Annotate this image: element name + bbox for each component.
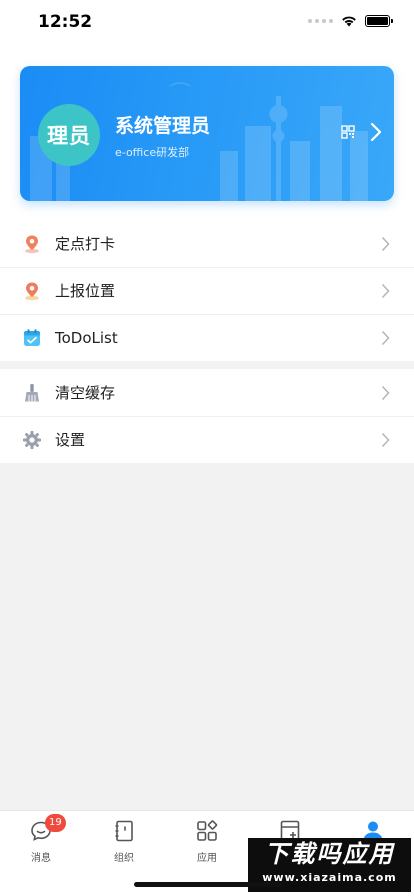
profile-card[interactable]: 理员 系统管理员 e-office研发部 <box>20 66 394 201</box>
chevron-right-icon <box>381 236 390 251</box>
location-pin-icon <box>25 235 39 253</box>
user-name: 系统管理员 <box>115 115 211 137</box>
chevron-right-icon <box>381 385 390 400</box>
menu-item-report-location[interactable]: 上报位置 <box>0 267 414 314</box>
tab-label: 组织 <box>114 853 134 864</box>
menu-item-clear-cache[interactable]: 清空缓存 <box>0 369 414 416</box>
unread-badge: 19 <box>45 814 66 832</box>
status-bar: 12:52 <box>0 0 414 50</box>
tab-organization[interactable]: 组织 <box>83 819 165 869</box>
tab-apps[interactable]: 应用 <box>166 819 248 869</box>
signal-icon <box>308 19 333 23</box>
menu-item-checkin[interactable]: 定点打卡 <box>0 220 414 267</box>
battery-icon <box>365 15 393 27</box>
menu-group-system: 清空缓存 设置 <box>0 369 414 463</box>
notebook-icon <box>115 820 133 842</box>
avatar[interactable]: 理员 <box>38 104 100 166</box>
menu-label: 上报位置 <box>55 282 116 300</box>
menu-label: 设置 <box>55 431 86 449</box>
tab-label: 应用 <box>197 853 217 864</box>
watermark-title: 下载吗应用 <box>264 840 395 868</box>
tab-messages[interactable]: 19 消息 <box>0 814 82 869</box>
status-time: 12:52 <box>38 12 93 32</box>
apps-grid-icon <box>197 820 218 841</box>
menu-label: 定点打卡 <box>55 235 116 253</box>
location-report-icon <box>25 282 39 300</box>
broom-icon <box>25 383 39 401</box>
wifi-icon <box>342 16 356 27</box>
gear-icon <box>23 430 41 449</box>
chevron-right-icon[interactable] <box>369 121 383 143</box>
menu-group-features: 定点打卡 上报位置 ToDoList <box>0 220 414 361</box>
qr-code-icon[interactable] <box>341 125 355 139</box>
calendar-todo-icon <box>24 328 40 346</box>
menu-item-todolist[interactable]: ToDoList <box>0 314 414 361</box>
chevron-right-icon <box>381 432 390 447</box>
tab-label: 消息 <box>31 853 51 864</box>
menu-label: ToDoList <box>55 328 118 347</box>
menu-label: 清空缓存 <box>55 384 116 402</box>
home-indicator[interactable] <box>134 882 282 887</box>
menu-item-settings[interactable]: 设置 <box>0 416 414 463</box>
chevron-right-icon <box>381 283 390 298</box>
chevron-right-icon <box>381 330 390 345</box>
user-department: e-office研发部 <box>115 146 190 159</box>
status-icons <box>308 15 393 27</box>
